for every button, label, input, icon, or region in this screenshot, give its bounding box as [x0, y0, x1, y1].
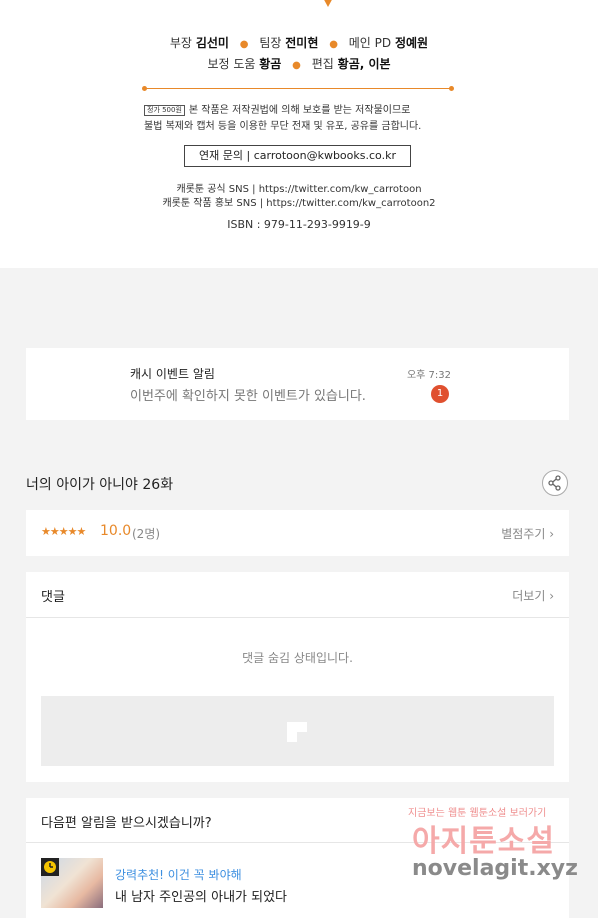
clock-icon [41, 858, 59, 876]
rating-card: ★★★★★ 10.0 (2명) 별점주기 › [26, 510, 569, 556]
star-rating-icon: ★★★★★ [41, 525, 86, 538]
dot-separator: ● [239, 39, 249, 50]
ad-placeholder[interactable] [41, 696, 554, 766]
location-pin-icon [324, 0, 332, 7]
next-episode-alert-card: 다음편 알림을 받으시겠습니까? 강력추천! 이건 꼭 봐야해 내 남자 주인공… [26, 798, 569, 918]
contact-box: 연재 문의 | carrotoon@kwbooks.co.kr [184, 145, 411, 167]
recommendation-title[interactable]: 내 남자 주인공의 아내가 되었다 [115, 886, 287, 905]
credit-role: 편집 [311, 57, 334, 71]
copyright-line-1: 본 작품은 저작권법에 의해 보호를 받는 저작물이므로 [188, 105, 411, 116]
share-button[interactable] [542, 470, 568, 496]
sns-official: 캐롯툰 공식 SNS | https://twitter.com/kw_carr… [176, 184, 422, 195]
divider [26, 842, 569, 843]
staff-credits-line-1: 부장 김선미 ● 팀장 전미현 ● 메인 PD 정예원 [0, 34, 598, 51]
credit-name: 전미현 [285, 36, 319, 50]
comments-card: 댓글 더보기 › 댓글 숨김 상태입니다. [26, 572, 569, 782]
notification-time: 오후 7:32 [406, 370, 451, 381]
credits-section: 부장 김선미 ● 팀장 전미현 ● 메인 PD 정예원 보정 도움 황곰 ● 편… [0, 0, 598, 268]
credit-role: 보정 도움 [207, 57, 256, 71]
recommendation-tag[interactable]: 강력추천! 이건 꼭 봐야해 [115, 866, 242, 883]
credit-role: 메인 PD [348, 36, 392, 50]
credit-name: 김선미 [195, 36, 229, 50]
notification-title: 캐시 이벤트 알림 [130, 367, 215, 381]
episode-title: 너의 아이가 아니야 26화 [26, 477, 174, 493]
rating-count: (2명) [132, 527, 161, 541]
notification-count-badge: 1 [431, 385, 449, 403]
comments-heading: 댓글 [41, 590, 65, 605]
comments-hidden-message: 댓글 숨김 상태입니다. [242, 651, 353, 665]
cash-event-notification[interactable]: 캐시 이벤트 알림 이번주에 확인하지 못한 이벤트가 있습니다. 오후 7:3… [26, 348, 569, 420]
copyright-line-2: 불법 복제와 캡처 등을 이용한 무단 전재 및 유포, 공유를 금합니다. [144, 121, 422, 132]
credit-name: 정예원 [394, 36, 429, 50]
isbn: ISBN : 979-11-293-9919-9 [227, 218, 371, 231]
credit-name: 황곰, 이본 [337, 57, 391, 71]
copyright-notice: 정가 500원 본 작품은 저작권법에 의해 보호를 받는 저작물이므로 불법 복… [144, 103, 464, 135]
rate-button[interactable]: 별점주기 › [501, 525, 554, 542]
sns-promo: 캐롯툰 작품 홍보 SNS | https://twitter.com/kw_c… [162, 198, 436, 209]
next-episode-question: 다음편 알림을 받으시겠습니까? [41, 816, 212, 831]
share-icon [548, 475, 561, 491]
credit-role: 부장 [169, 36, 192, 50]
divider-rule [142, 86, 454, 91]
dot-separator: ● [292, 60, 301, 71]
image-placeholder-icon [287, 722, 307, 742]
divider [26, 617, 569, 618]
rating-score: 10.0 [100, 523, 132, 539]
comments-more-link[interactable]: 더보기 › [512, 587, 554, 604]
recommendation-thumbnail[interactable] [41, 858, 103, 908]
dot-separator: ● [329, 39, 338, 50]
notification-message: 이번주에 확인하지 못한 이벤트가 있습니다. [130, 389, 366, 404]
credit-name: 황곰 [259, 57, 282, 71]
credit-role: 팀장 [259, 36, 282, 50]
staff-credits-line-2: 보정 도움 황곰 ● 편집 황곰, 이본 [0, 55, 598, 72]
price-badge: 정가 500원 [144, 105, 185, 116]
